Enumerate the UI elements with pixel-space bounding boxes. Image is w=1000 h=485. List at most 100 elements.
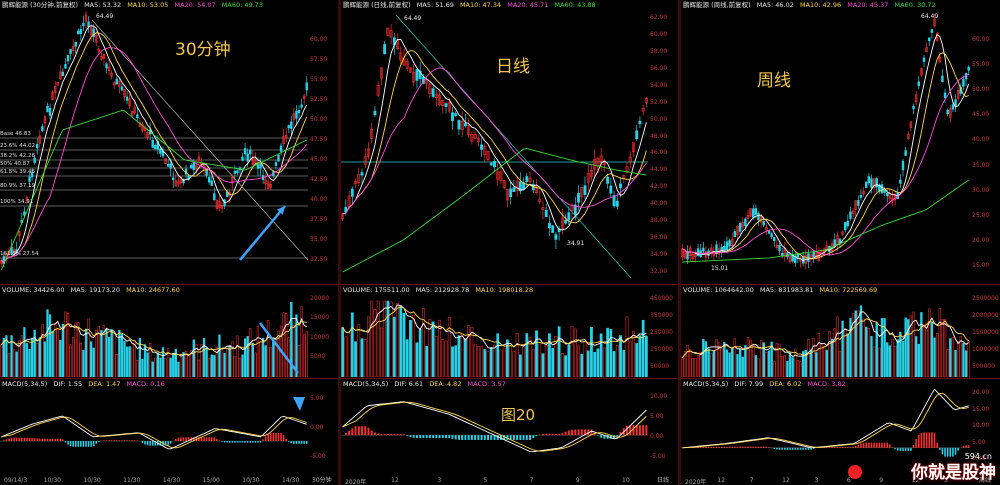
candlestick [567, 212, 571, 221]
time-tick-label: 14/30 [162, 477, 181, 484]
volume-bar [599, 333, 603, 377]
volume-bar [151, 361, 154, 377]
volume-bar [891, 338, 894, 377]
volume-bar [360, 338, 364, 377]
candlestick [136, 114, 139, 118]
candlestick [120, 86, 124, 91]
candlestick [290, 121, 293, 129]
volume-bar [303, 334, 306, 377]
volume-bar [12, 349, 16, 377]
volume-bar [712, 350, 716, 377]
chart-panel-daily[interactable]: 鹏辉能源 (日线,前复权) MA5: 51.69 MA10: 47.34 MA2… [341, 0, 678, 485]
volume-header: VOLUME: 175511.00 MA5: 212928.78 MA10: 1… [343, 286, 537, 295]
volume-bar [788, 352, 792, 377]
macd-chart[interactable] [341, 389, 648, 473]
volume-bar [901, 341, 905, 377]
volume-bar [699, 351, 702, 377]
candlestick [190, 164, 193, 169]
volume-bar [464, 338, 467, 377]
candlestick [867, 176, 871, 184]
time-tick-label: 9 [575, 477, 580, 484]
axis-tick-label: 40.00 [972, 136, 990, 144]
macd-label: MACD(5,34,5) [2, 380, 48, 388]
price-chart[interactable]: 15.01 64.49 [681, 10, 1000, 280]
volume-bar [783, 354, 786, 377]
macd-value: MACD: 0.16 [126, 380, 165, 388]
candlestick [702, 247, 705, 252]
candlestick [770, 233, 773, 238]
volume-bar [715, 339, 718, 377]
volume-bar [515, 333, 519, 377]
volume-bar [752, 343, 755, 377]
macd-chart[interactable] [0, 389, 308, 473]
ma5-line [1, 25, 308, 263]
volume-bar [208, 357, 211, 377]
candlestick [696, 248, 700, 257]
macd-axis: 10.00 5.00 0.00 -5.00 [648, 389, 678, 473]
volume-bar [544, 345, 548, 377]
candlestick [28, 176, 31, 182]
ma10-line [682, 52, 969, 260]
volume-bar [746, 337, 750, 377]
volume-bar [267, 320, 270, 377]
volume-bar [228, 345, 231, 377]
volume-bar [865, 326, 868, 377]
candlestick [115, 78, 118, 85]
candlestick [415, 69, 419, 81]
axis-tick-label: 45.00 [972, 111, 990, 119]
axis-tick-label: 500000 [972, 363, 995, 370]
volume-bar [254, 352, 257, 377]
volume-bar [33, 329, 36, 377]
time-tick-label: 2020年 [345, 479, 367, 485]
volume-bar [341, 327, 344, 377]
fib-level-label: 38.2% 42.28 [0, 153, 35, 159]
candlestick [246, 153, 249, 162]
volume-chart[interactable] [681, 295, 970, 377]
volume-bar [893, 345, 897, 377]
volume-chart[interactable] [0, 295, 308, 377]
volume-bar [205, 347, 208, 377]
volume-bar [467, 325, 471, 377]
price-marker-label: 64.49 [96, 13, 113, 20]
chart-panel-weekly[interactable]: 鹏辉能源 (周线,前复权) MA5: 46.02 MA10: 42.96 MA2… [681, 0, 1000, 485]
axis-tick-label: 40.00 [310, 196, 328, 203]
price-chart[interactable]: 64.49 34.91 [341, 10, 678, 280]
time-tick-label: 10/30 [43, 477, 61, 484]
volume-chart[interactable] [341, 295, 648, 377]
axis-tick-label: 250000 [650, 329, 673, 336]
candlestick [606, 176, 610, 184]
time-tick-label: 3 [437, 477, 442, 484]
volume-bar [817, 333, 821, 377]
volume-bar [128, 346, 131, 377]
volume-bar [846, 333, 850, 377]
axis-tick-label: 46.00 [650, 149, 668, 157]
ma20-label: MA20: 45.71 [507, 1, 549, 9]
axis-tick-label: 45.00 [310, 156, 328, 163]
volume-bar [172, 354, 175, 377]
candlestick [48, 107, 52, 116]
axis-tick-label: 50.00 [650, 115, 668, 123]
price-chart[interactable]: 64.49 [0, 10, 338, 280]
volume-bar [0, 344, 3, 377]
fib-level-label: Base 46.83 [0, 131, 31, 137]
axis-tick-label: 56.00 [650, 64, 668, 72]
chart-panel-30min[interactable]: 鹏辉能源 (30分钟,前复权) MA5: 53.32 MA10: 53.05 M… [0, 0, 338, 485]
candlestick [457, 120, 461, 130]
volume-bar [512, 351, 516, 377]
axis-tick-label: 54.00 [650, 81, 668, 89]
volume-bar [287, 337, 290, 377]
volume-bar [583, 341, 587, 377]
candlestick [951, 104, 955, 110]
ma5-label: MA5: 51.69 [416, 1, 454, 9]
volume-bar [812, 338, 815, 377]
volume-bar [169, 357, 172, 377]
ma20-label: MA20: 54.07 [174, 1, 216, 9]
volume-bar [220, 348, 224, 377]
candlestick [82, 22, 85, 27]
volume-bar [483, 349, 487, 377]
volume-bar [548, 333, 551, 377]
candlestick [256, 164, 260, 169]
volume-label: VOLUME: 1064642.00 [683, 286, 754, 294]
axis-tick-label: 38.00 [650, 217, 668, 225]
candlestick [554, 234, 558, 240]
